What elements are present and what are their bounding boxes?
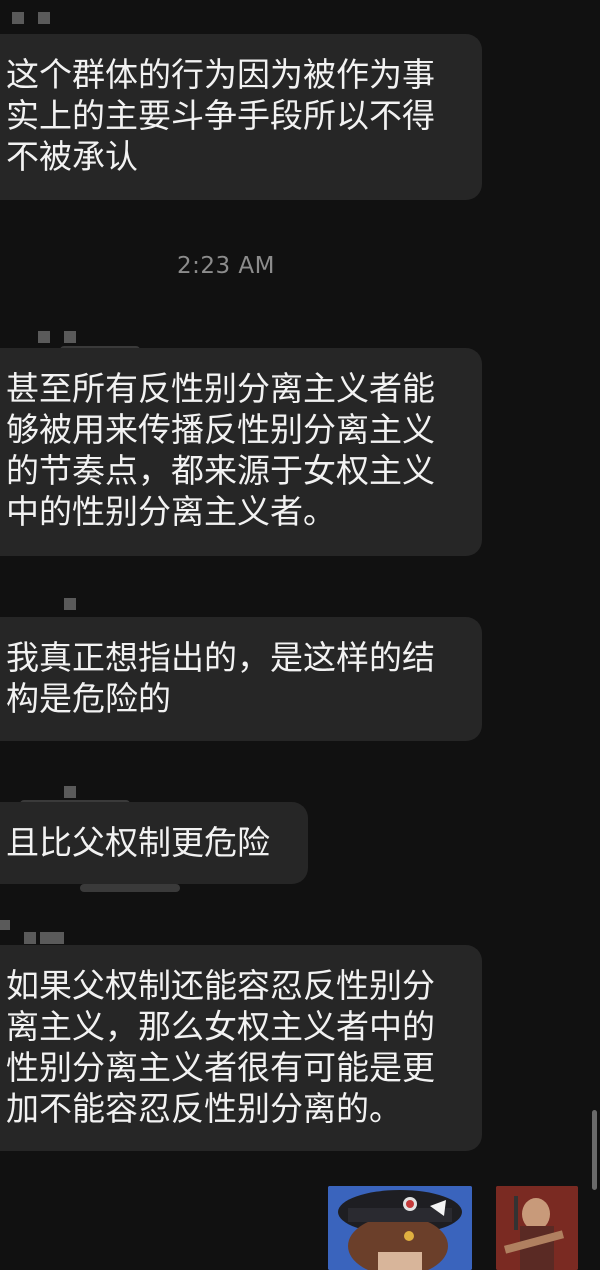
redacted-sender-name	[24, 932, 36, 944]
message-text: 且比父权制更危险	[6, 823, 270, 862]
redacted-sender-name	[64, 331, 76, 343]
timestamp: 2:23 AM	[176, 253, 276, 279]
message-bubble[interactable]: 我真正想指出的，是这样的结 构是危险的	[0, 617, 482, 741]
message-text: 加不能容忍反性别分离的。	[6, 1089, 402, 1128]
avatar-image	[496, 1186, 578, 1270]
avatar[interactable]	[328, 1186, 472, 1270]
redacted-sender-name	[40, 932, 64, 944]
redacted-sender-name	[38, 331, 50, 343]
message-text: 如果父权制还能容忍反性别分	[6, 966, 435, 1005]
message-text: 中的性别分离主义者。	[6, 492, 336, 531]
message-text: 构是危险的	[6, 679, 171, 718]
redacted-sender-name	[80, 884, 180, 892]
message-text: 实上的主要斗争手段所以不得	[6, 96, 435, 135]
redacted-sender-name	[64, 786, 76, 798]
message-bubble[interactable]: 甚至所有反性别分离主义者能 够被用来传播反性别分离主义 的节奏点，都来源于女权主…	[0, 348, 482, 556]
message-text: 的节奏点，都来源于女权主义	[6, 451, 435, 490]
avatar-image	[328, 1186, 472, 1270]
redacted-sender-name	[38, 12, 50, 24]
message-text: 我真正想指出的，是这样的结	[6, 638, 435, 677]
message-text: 够被用来传播反性别分离主义	[6, 410, 435, 449]
scrollbar[interactable]	[592, 1110, 597, 1190]
message-text: 这个群体的行为因为被作为事	[6, 55, 435, 94]
message-text: 性别分离主义者很有可能是更	[6, 1048, 435, 1087]
message-bubble[interactable]: 如果父权制还能容忍反性别分 离主义，那么女权主义者中的 性别分离主义者很有可能是…	[0, 945, 482, 1151]
message-bubble[interactable]: 且比父权制更危险	[0, 802, 308, 884]
message-text: 甚至所有反性别分离主义者能	[6, 369, 435, 408]
redacted-sender-name	[12, 12, 24, 24]
message-text: 不被承认	[6, 137, 138, 176]
message-text: 离主义，那么女权主义者中的	[6, 1007, 435, 1046]
redacted-sender-name	[64, 598, 76, 610]
message-bubble[interactable]: 这个群体的行为因为被作为事 实上的主要斗争手段所以不得 不被承认	[0, 34, 482, 200]
redacted-sender-name	[0, 920, 10, 930]
avatar[interactable]	[496, 1186, 578, 1270]
